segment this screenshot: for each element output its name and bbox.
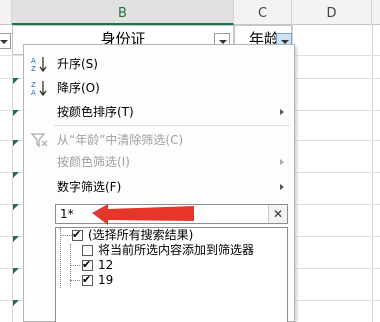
svg-text:Z: Z bbox=[31, 81, 36, 89]
error-indicator bbox=[13, 300, 19, 306]
checkbox[interactable] bbox=[82, 245, 93, 256]
list-item-label: (选择所有搜索结果) bbox=[88, 228, 194, 242]
menu-item-sort-by-color[interactable]: 按颜色排序(T) bbox=[24, 101, 294, 123]
tree-connector bbox=[70, 265, 80, 266]
tree-connector bbox=[60, 235, 72, 236]
menu-item-label: 数字筛选(F) bbox=[57, 180, 122, 194]
column-header-c[interactable]: C bbox=[234, 0, 292, 25]
menu-separator bbox=[54, 125, 290, 126]
filter-dropdown-button-a[interactable] bbox=[0, 33, 11, 49]
menu-item-sort-ascending[interactable]: A Z 升序(S) bbox=[24, 53, 294, 75]
list-item-label: 12 bbox=[98, 258, 114, 272]
tree-connector bbox=[70, 280, 80, 281]
list-item-label: 将当前所选内容添加到筛选器 bbox=[98, 243, 255, 257]
error-indicator bbox=[13, 110, 19, 116]
search-box: ✕ bbox=[55, 204, 288, 224]
sort-ascending-icon: A Z bbox=[30, 55, 50, 73]
menu-item-number-filters[interactable]: 数字筛选(F) bbox=[24, 176, 294, 198]
submenu-arrow-icon bbox=[280, 159, 284, 165]
svg-text:A: A bbox=[31, 57, 36, 65]
check-mark: ✔ bbox=[72, 228, 82, 241]
sort-descending-icon: Z A bbox=[30, 79, 50, 97]
menu-item-sort-descending[interactable]: Z A 降序(O) bbox=[24, 77, 294, 99]
error-indicator bbox=[13, 204, 19, 210]
check-mark: ✔ bbox=[82, 258, 92, 271]
check-mark: ✔ bbox=[82, 273, 92, 286]
list-item-label: 19 bbox=[98, 273, 114, 287]
error-indicator bbox=[13, 140, 19, 146]
column-header-a[interactable] bbox=[0, 0, 12, 25]
column-header-d[interactable]: D bbox=[292, 0, 372, 25]
error-indicator bbox=[13, 268, 19, 274]
svg-text:A: A bbox=[31, 89, 36, 97]
clear-search-icon[interactable]: ✕ bbox=[268, 205, 287, 223]
menu-item-label: 按颜色排序(T) bbox=[57, 105, 134, 119]
filter-dropdown-menu: A Z 升序(S) Z A 降序(O) 按颜色排序(T) 从“年龄”中清除筛选(… bbox=[23, 44, 295, 322]
menu-item-filter-by-color: 按颜色筛选(I) bbox=[24, 151, 294, 173]
column-header-row: B C D bbox=[0, 0, 380, 25]
checkbox[interactable]: ✔ bbox=[82, 273, 93, 286]
error-indicator bbox=[13, 236, 19, 242]
checkbox[interactable]: ✔ bbox=[72, 228, 83, 241]
search-input[interactable] bbox=[58, 206, 263, 222]
column-header-b[interactable]: B bbox=[12, 0, 234, 25]
clear-filter-icon bbox=[30, 131, 50, 149]
menu-item-label: 按颜色筛选(I) bbox=[57, 155, 130, 169]
menu-item-label: 升序(S) bbox=[57, 57, 98, 71]
submenu-arrow-icon bbox=[280, 184, 284, 190]
error-indicator bbox=[13, 78, 19, 84]
tree-connector bbox=[60, 228, 61, 288]
checkbox[interactable]: ✔ bbox=[82, 258, 93, 271]
menu-item-clear-filter: 从“年龄”中清除筛选(C) bbox=[24, 129, 294, 151]
gridline bbox=[372, 25, 373, 322]
svg-text:Z: Z bbox=[31, 65, 36, 73]
submenu-arrow-icon bbox=[280, 109, 284, 115]
menu-item-label: 从“年龄”中清除筛选(C) bbox=[57, 133, 184, 147]
filter-value-list[interactable]: ✔ (选择所有搜索结果) 将当前所选内容添加到筛选器 ✔ 12 ✔ 19 bbox=[55, 227, 288, 322]
menu-item-label: 降序(O) bbox=[57, 81, 100, 95]
error-indicator bbox=[13, 172, 19, 178]
